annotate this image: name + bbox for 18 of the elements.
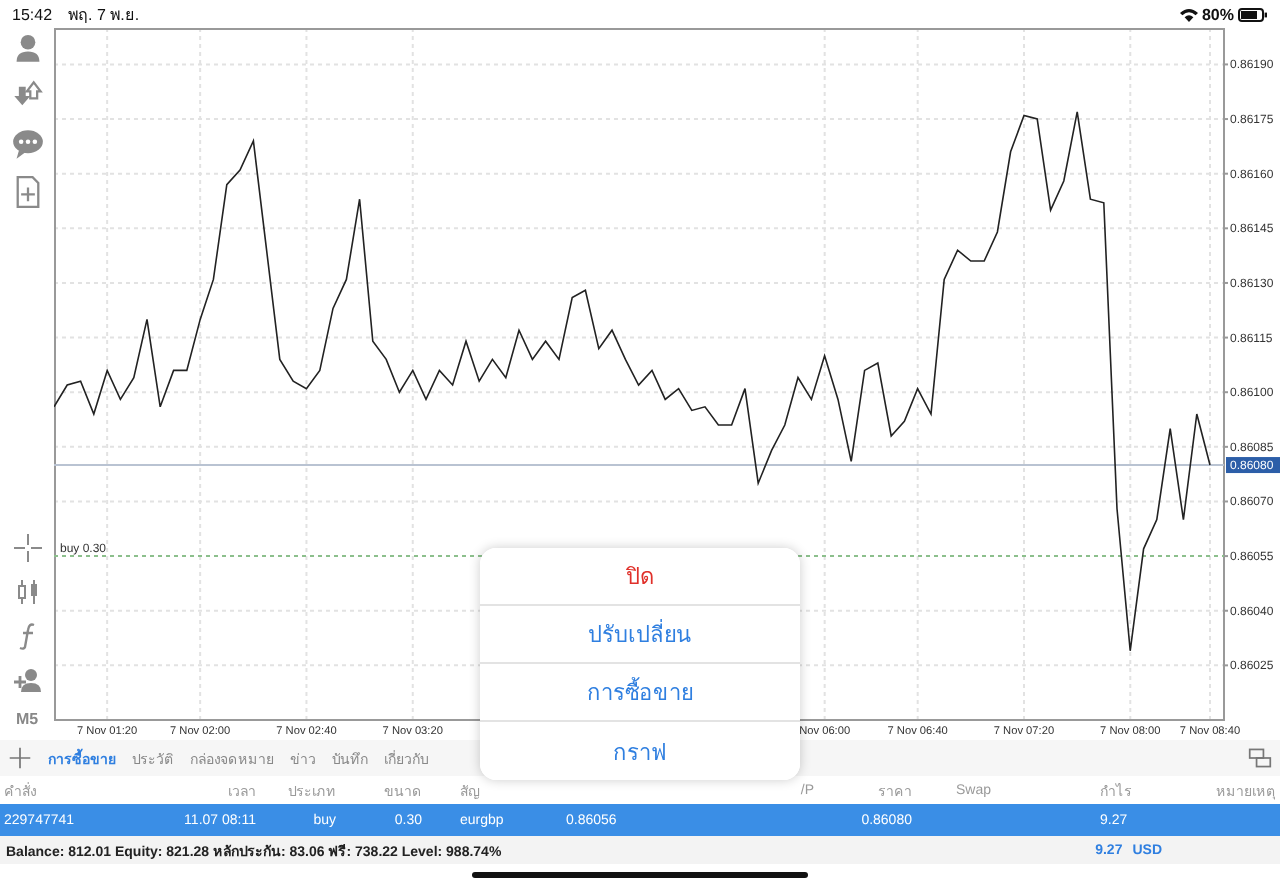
battery-level: 80% [1201, 5, 1234, 23]
add-user-icon[interactable] [13, 666, 41, 694]
new-document-icon[interactable] [11, 176, 43, 208]
crosshair-icon[interactable] [13, 534, 41, 562]
menu-item[interactable]: การซื้อขาย [480, 664, 800, 722]
clock: 15:42 [12, 5, 53, 23]
date: พฤ. 7 พ.ย. [68, 3, 140, 27]
battery-icon [1238, 7, 1268, 21]
add-icon[interactable] [8, 746, 32, 770]
windows-icon[interactable] [1248, 746, 1272, 770]
wifi-icon [1179, 7, 1198, 21]
menu-item[interactable]: กราฟ [480, 722, 800, 780]
menu-item[interactable]: ปิด [480, 548, 800, 606]
menu-item[interactable]: ปรับเปลี่ยน [480, 606, 800, 664]
account-icon[interactable] [11, 32, 43, 64]
chat-icon[interactable] [11, 128, 43, 160]
timeframe-button[interactable]: M5 [15, 710, 39, 728]
candlestick-icon[interactable] [13, 578, 41, 606]
